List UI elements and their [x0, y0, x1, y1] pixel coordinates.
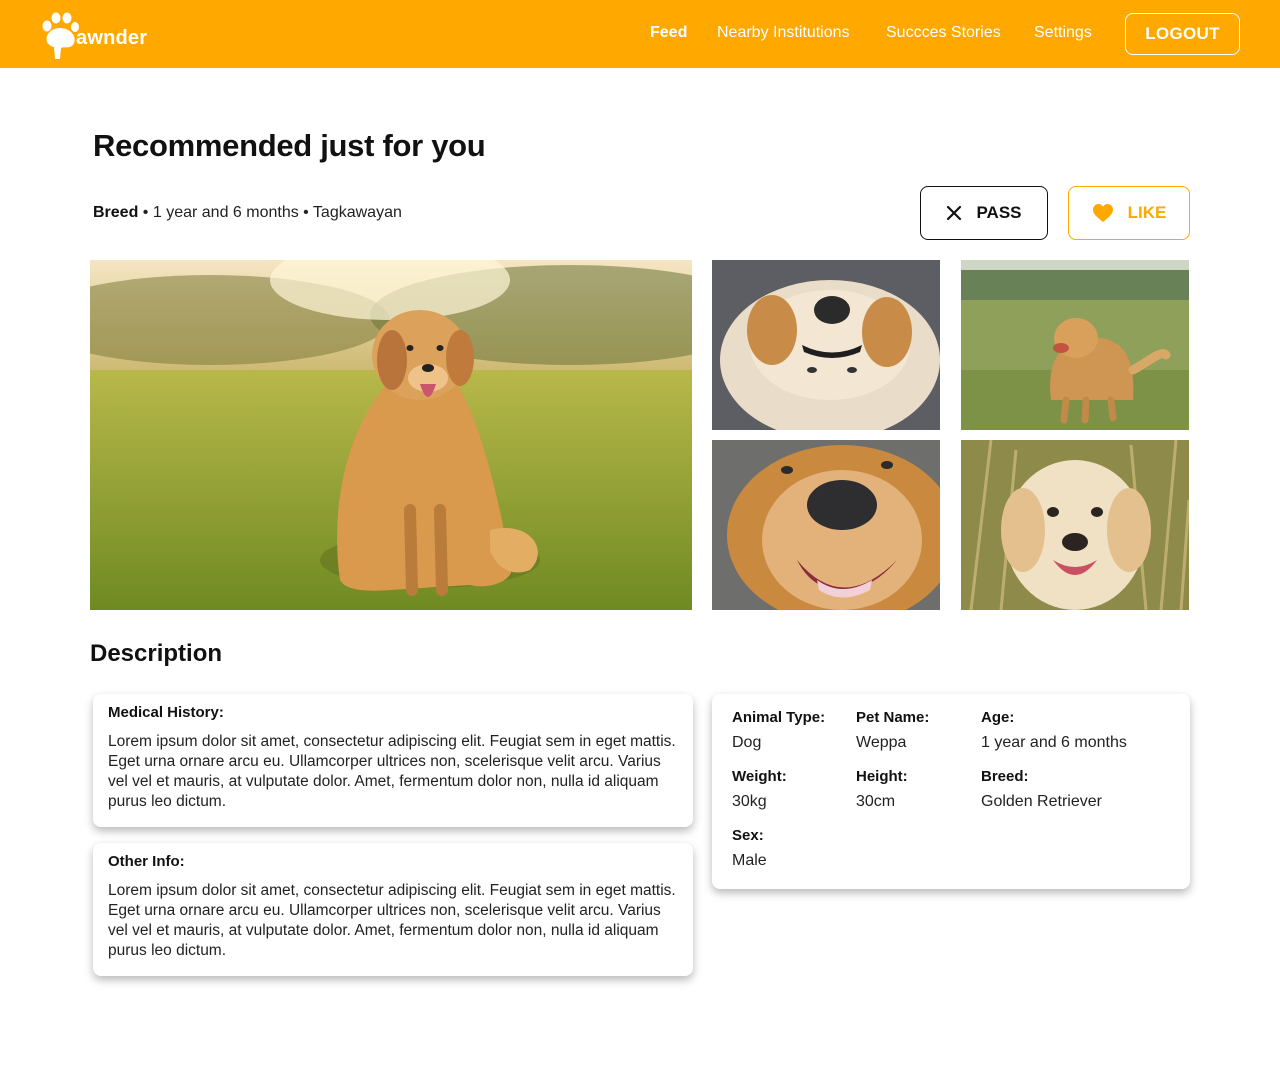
- pet-meta: Breed • 1 year and 6 months • Tagkawayan: [93, 204, 402, 222]
- top-navbar: awnder Feed Nearby Institutions Succces …: [0, 0, 1280, 68]
- field-label: Age:: [981, 709, 1015, 726]
- nav-success-stories[interactable]: Succces Stories: [886, 24, 1001, 42]
- logo[interactable]: awnder: [40, 8, 147, 60]
- main-pet-photo[interactable]: [90, 260, 692, 610]
- nav-nearby-institutions[interactable]: Nearby Institutions: [717, 24, 850, 42]
- field-label: Weight:: [732, 768, 787, 785]
- description-title: Description: [90, 640, 223, 667]
- paw-logo-icon: [42, 12, 79, 59]
- medical-history-card: Medical History: Lorem ipsum dolor sit a…: [93, 694, 693, 827]
- pet-details-card: Animal Type: Dog Pet Name: Weppa Age: 1 …: [712, 694, 1190, 889]
- pass-button[interactable]: PASS: [920, 186, 1048, 240]
- field-age: Age: 1 year and 6 months: [981, 709, 1127, 752]
- close-icon: [946, 205, 962, 221]
- heart-icon: [1092, 203, 1114, 223]
- meta-breed: Breed: [93, 204, 139, 221]
- field-label: Breed:: [981, 768, 1029, 785]
- field-weight: Weight: 30kg: [732, 768, 787, 811]
- field-animal-type: Animal Type: Dog: [732, 709, 825, 752]
- medical-history-text: Lorem ipsum dolor sit amet, consectetur …: [108, 733, 676, 810]
- pet-photo-4[interactable]: [961, 440, 1189, 610]
- nav-settings[interactable]: Settings: [1034, 24, 1092, 42]
- logo-text: awnder: [76, 27, 148, 49]
- like-button[interactable]: LIKE: [1068, 186, 1190, 240]
- field-value: Weppa: [856, 734, 907, 751]
- field-label: Height:: [856, 768, 908, 785]
- other-info-heading: Other Info:: [108, 853, 185, 870]
- other-info-text: Lorem ipsum dolor sit amet, consectetur …: [108, 882, 676, 959]
- field-breed: Breed: Golden Retriever: [981, 768, 1102, 811]
- pet-photo-2[interactable]: [961, 260, 1189, 430]
- field-height: Height: 30cm: [856, 768, 908, 811]
- pass-label: PASS: [976, 203, 1022, 222]
- field-pet-name: Pet Name: Weppa: [856, 709, 929, 752]
- meta-details: • 1 year and 6 months • Tagkawayan: [138, 204, 402, 221]
- field-sex: Sex: Male: [732, 827, 767, 870]
- field-label: Sex:: [732, 827, 764, 844]
- pet-photo-3[interactable]: [712, 440, 940, 610]
- field-value: Dog: [732, 734, 762, 751]
- other-info-card: Other Info: Lorem ipsum dolor sit amet, …: [93, 843, 693, 976]
- field-label: Pet Name:: [856, 709, 930, 726]
- field-value: 30cm: [856, 793, 896, 810]
- field-label: Animal Type:: [732, 709, 826, 726]
- like-label: LIKE: [1127, 203, 1167, 222]
- logout-button[interactable]: LOGOUT: [1125, 13, 1240, 55]
- field-value: 30kg: [732, 793, 767, 810]
- nav-feed[interactable]: Feed: [650, 24, 687, 42]
- pet-photo-1[interactable]: [712, 260, 940, 430]
- field-value: Golden Retriever: [981, 793, 1102, 810]
- page-title: Recommended just for you: [93, 128, 486, 163]
- field-value: Male: [732, 852, 767, 869]
- medical-history-heading: Medical History:: [108, 704, 224, 721]
- field-value: 1 year and 6 months: [981, 734, 1127, 751]
